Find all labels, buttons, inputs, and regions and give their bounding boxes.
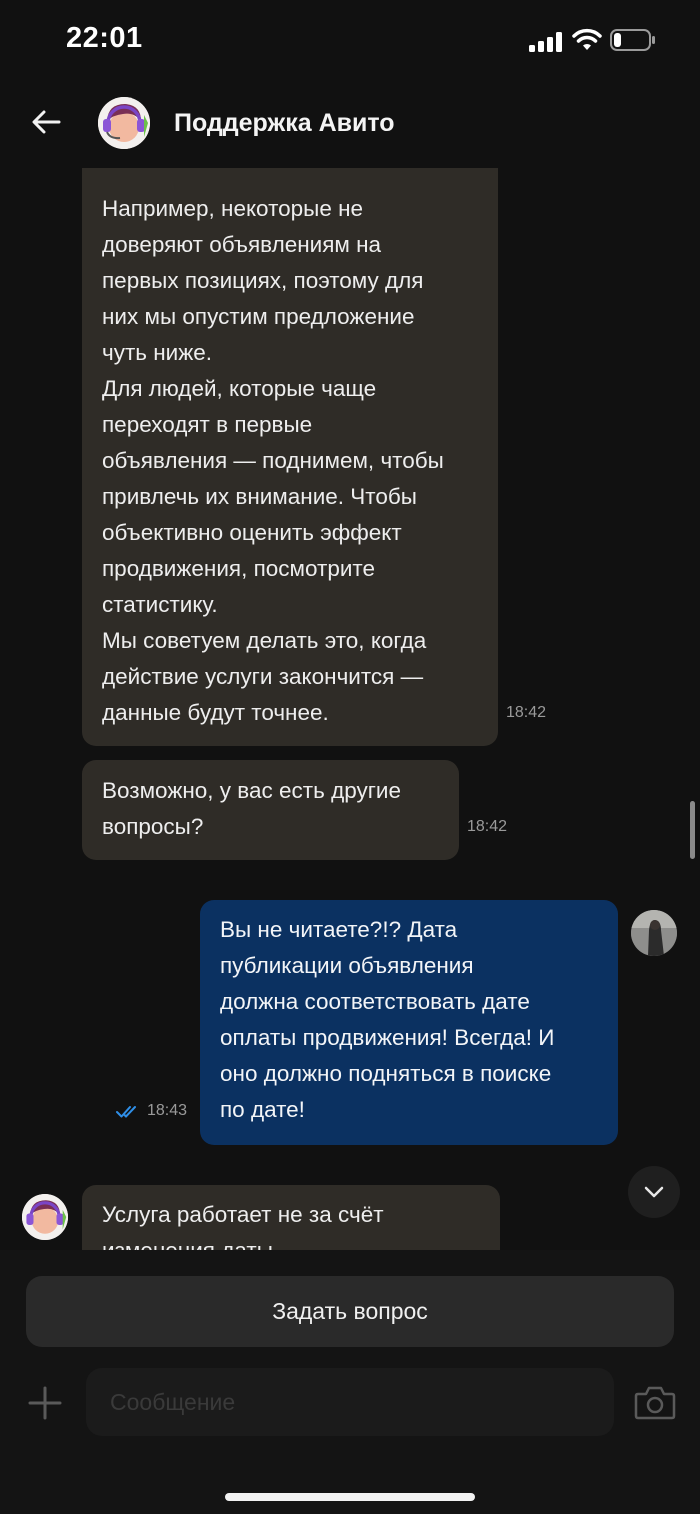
status-time: 22:01 [66, 22, 143, 54]
message-bubble-incoming[interactable]: Например, некоторые не доверяют объявлен… [82, 168, 498, 746]
chevron-down-icon [644, 1186, 664, 1198]
ask-question-button[interactable]: Задать вопрос [26, 1276, 674, 1347]
message-text: Услуга работает не за счёт изменения дат… [102, 1202, 384, 1250]
message-time: 18:42 [506, 704, 547, 721]
camera-icon[interactable] [634, 1384, 676, 1420]
message-bubble-outgoing[interactable]: Вы не читаете?!? Дата публикации объявле… [200, 900, 618, 1145]
support-agent-icon [22, 1194, 68, 1240]
scroll-to-bottom-button[interactable] [628, 1166, 680, 1218]
support-avatar[interactable] [98, 97, 150, 149]
message-bubble-incoming[interactable]: Возможно, у вас есть другие вопросы? [82, 760, 459, 860]
signal-icon [529, 32, 562, 52]
support-avatar-small[interactable] [22, 1194, 68, 1240]
message-time: 18:43 [147, 1102, 188, 1119]
chat-title: Поддержка Авито [174, 109, 395, 137]
support-agent-icon [98, 97, 150, 149]
back-button[interactable] [26, 102, 66, 142]
user-avatar[interactable] [631, 910, 677, 956]
back-arrow-icon [32, 110, 61, 134]
wifi-icon [572, 28, 602, 50]
double-check-icon [116, 1106, 136, 1118]
user-photo-icon [631, 910, 677, 956]
chat-header: Поддержка Авито [0, 80, 700, 168]
plus-icon[interactable] [26, 1384, 64, 1422]
home-indicator [225, 1493, 475, 1501]
message-list[interactable]: Например, некоторые не доверяют объявлен… [0, 168, 700, 1250]
message-text: Возможно, у вас есть другие вопросы? [102, 778, 401, 839]
battery-icon [610, 29, 655, 51]
message-bubble-incoming[interactable]: Услуга работает не за счёт изменения дат… [82, 1185, 500, 1250]
message-text: Вы не читаете?!? Дата публикации объявле… [220, 917, 555, 1122]
scrollbar[interactable] [690, 801, 695, 859]
message-input[interactable] [86, 1368, 614, 1436]
message-time: 18:42 [467, 818, 508, 835]
message-text: Например, некоторые не доверяют объявлен… [102, 196, 444, 725]
status-bar: 22:01 [0, 0, 700, 80]
composer-panel: Задать вопрос [0, 1250, 700, 1514]
